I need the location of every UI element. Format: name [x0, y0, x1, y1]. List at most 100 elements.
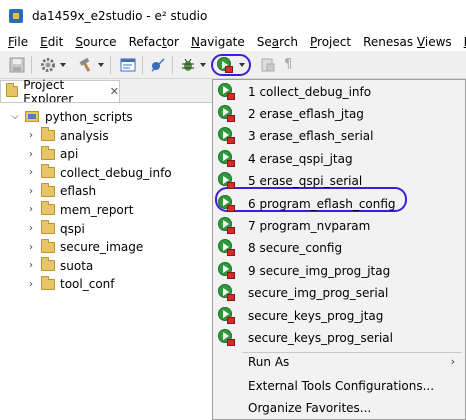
- terminal-icon[interactable]: [120, 57, 136, 73]
- build-hammer-icon[interactable]: [78, 57, 94, 73]
- run-config-icon: [218, 261, 236, 280]
- run-as-item[interactable]: Run As ›: [213, 350, 465, 373]
- run-config-icon: [218, 306, 236, 325]
- folder-icon: [41, 164, 55, 179]
- folder-name: eflash: [60, 184, 97, 199]
- menu-item-label: External Tools Configurations...: [248, 378, 435, 393]
- tree-folder-collect-debug-info[interactable]: › collect_debug_info: [26, 163, 172, 182]
- run-config-label: 8 secure_config: [248, 241, 343, 256]
- tree-folder-api[interactable]: › api: [26, 145, 78, 164]
- folder-name: mem_report: [60, 202, 134, 217]
- run-config-item[interactable]: 6 program_eflash_config: [213, 192, 465, 215]
- run-config-item[interactable]: 3 erase_eflash_serial: [213, 125, 465, 148]
- run-config-item[interactable]: 8 secure_config: [213, 237, 465, 260]
- run-config-item[interactable]: 5 erase_qspi_serial: [213, 170, 465, 193]
- folder-name: secure_image: [60, 240, 144, 255]
- run-config-item[interactable]: 2 erase_eflash_jtag: [213, 102, 465, 125]
- folder-icon: [41, 275, 55, 290]
- folder-icon: [41, 145, 55, 160]
- menu-run[interactable]: Run: [458, 35, 466, 49]
- run-config-icon: [218, 194, 236, 213]
- save-icon[interactable]: [9, 57, 25, 73]
- skip-breakpoints-icon[interactable]: [150, 57, 166, 73]
- chevron-right-icon[interactable]: ›: [26, 149, 36, 160]
- project-name: python_scripts: [45, 109, 133, 124]
- menu-item-label: Run As: [248, 354, 290, 369]
- run-config-item[interactable]: 4 erase_qspi_jtag: [213, 147, 465, 170]
- folder-icon: [41, 127, 55, 141]
- chevron-right-icon[interactable]: ›: [26, 186, 36, 197]
- tree-project-row[interactable]: ⌵ python_scripts: [10, 107, 133, 126]
- folder-name: tool_conf: [60, 277, 115, 292]
- tree-folder-analysis[interactable]: › analysis: [26, 126, 109, 145]
- run-config-label: secure_img_prog_serial: [248, 286, 389, 301]
- run-config-label: 1 collect_debug_info: [248, 84, 372, 99]
- chevron-right-icon[interactable]: ›: [26, 204, 36, 215]
- window-title: da1459x_e2studio - e² studio: [32, 9, 208, 23]
- run-config-icon: [218, 172, 236, 190]
- folder-icon: [41, 201, 55, 216]
- run-config-item[interactable]: 1 collect_debug_info: [213, 80, 465, 103]
- chevron-right-icon[interactable]: ›: [26, 242, 36, 253]
- tree-folder-suota[interactable]: › suota: [26, 256, 93, 275]
- chevron-right-icon: ›: [450, 355, 455, 368]
- run-config-label: secure_keys_prog_jtag: [248, 308, 384, 323]
- chevron-right-icon[interactable]: ›: [26, 130, 36, 141]
- menu-item-label: Organize Favorites...: [248, 400, 372, 415]
- run-config-item[interactable]: 9 secure_img_prog_jtag: [213, 259, 465, 282]
- menu-edit[interactable]: Edit: [34, 35, 69, 49]
- run-config-icon: [218, 149, 236, 168]
- folder-name: api: [60, 147, 79, 162]
- menu-navigate[interactable]: Navigate: [185, 35, 251, 49]
- settings-gear-icon[interactable]: [40, 57, 56, 73]
- external-tools-configurations-item[interactable]: External Tools Configurations...: [213, 374, 465, 397]
- debug-bug-icon[interactable]: [180, 57, 196, 73]
- close-icon[interactable]: ✕: [110, 85, 119, 98]
- chevron-down-icon[interactable]: ⌵: [10, 111, 20, 122]
- run-button-highlight: [211, 54, 251, 76]
- tab-project-explorer[interactable]: Project Explorer ✕: [0, 78, 120, 106]
- tree-folder-secure-image[interactable]: › secure_image: [26, 238, 143, 257]
- folder-icon: [41, 182, 55, 197]
- project-icon: [25, 111, 39, 122]
- run-config-label: secure_keys_prog_serial: [248, 330, 393, 345]
- run-config-label: 4 erase_qspi_jtag: [248, 151, 353, 166]
- run-config-label: 2 erase_eflash_jtag: [248, 106, 364, 121]
- menu-source[interactable]: Source: [69, 35, 122, 49]
- run-config-icon: [218, 239, 236, 257]
- project-explorer-folder-icon: [6, 83, 19, 97]
- run-config-label: 3 erase_eflash_serial: [248, 129, 374, 144]
- folder-name: analysis: [60, 128, 109, 143]
- menu-project[interactable]: Project: [304, 35, 357, 49]
- menu-renesas-views[interactable]: Renesas Views: [357, 35, 458, 49]
- external-tools-icon[interactable]: [260, 57, 276, 73]
- chevron-right-icon[interactable]: ›: [26, 167, 36, 178]
- organize-favorites-item[interactable]: Organize Favorites...: [213, 396, 465, 419]
- run-favorites-menu: 1 collect_debug_info 2 erase_eflash_jtag 3…: [212, 79, 466, 420]
- run-config-item[interactable]: 7 program_nvparam: [213, 214, 465, 237]
- tree-folder-mem-report[interactable]: › mem_report: [26, 200, 133, 219]
- run-config-label: 6 program_eflash_config: [248, 196, 396, 211]
- run-config-item[interactable]: secure_keys_prog_jtag: [213, 304, 465, 327]
- paragraph-icon[interactable]: ¶: [284, 57, 292, 72]
- run-config-label: 5 erase_qspi_serial: [248, 174, 363, 189]
- run-config-label: 9 secure_img_prog_jtag: [248, 263, 391, 278]
- run-config-label: 7 program_nvparam: [248, 218, 371, 233]
- menu-refactor[interactable]: Refactor: [123, 35, 185, 49]
- chevron-right-icon[interactable]: ›: [26, 223, 36, 234]
- menu-search[interactable]: Search: [251, 35, 304, 49]
- run-config-icon: [218, 82, 236, 101]
- menu-bar: File Edit Source Refactor Navigate Search Proj…: [0, 32, 466, 51]
- tree-folder-qspi[interactable]: › qspi: [26, 219, 85, 238]
- tree-folder-tool-conf[interactable]: › tool_conf: [26, 275, 115, 294]
- run-config-icon: [218, 104, 236, 123]
- chevron-right-icon[interactable]: ›: [26, 279, 36, 290]
- folder-icon: [41, 238, 55, 253]
- chevron-right-icon[interactable]: ›: [26, 260, 36, 271]
- title-bar: da1459x_e2studio - e² studio: [0, 0, 466, 32]
- tree-folder-eflash[interactable]: › eflash: [26, 182, 96, 201]
- run-config-item[interactable]: secure_img_prog_serial: [213, 282, 465, 305]
- run-config-item[interactable]: secure_keys_prog_serial: [213, 326, 465, 349]
- menu-file[interactable]: File: [2, 35, 34, 49]
- folder-icon: [41, 220, 55, 234]
